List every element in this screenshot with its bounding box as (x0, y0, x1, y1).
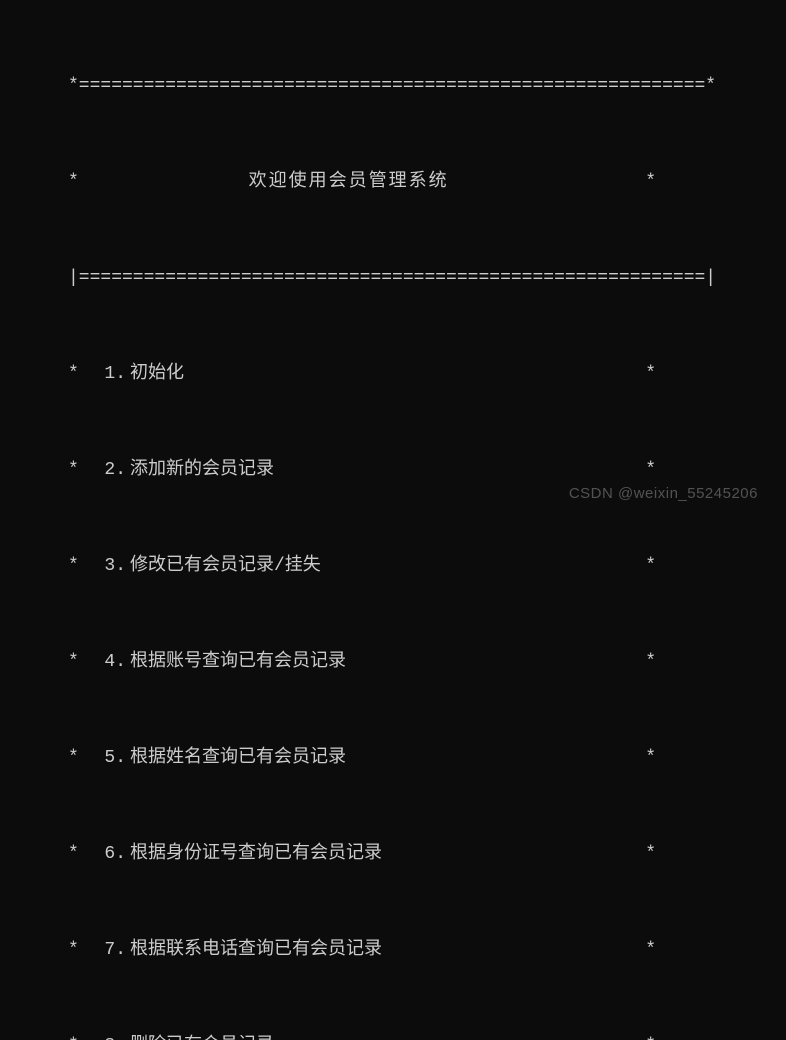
menu-item-7: * 7. 根据联系电话查询已有会员记录 * (0, 938, 786, 962)
menu-item-2: * 2. 添加新的会员记录 * (0, 458, 786, 482)
border-star-left: * (0, 170, 82, 194)
menu-label: 根据姓名查询已有会员记录 (130, 746, 346, 770)
menu-item-6: * 6. 根据身份证号查询已有会员记录 * (0, 842, 786, 866)
menu-number: 7. (82, 938, 130, 962)
menu-label: 根据账号查询已有会员记录 (130, 650, 346, 674)
border-star-right: * (645, 938, 786, 962)
menu-item-1: * 1. 初始化 * (0, 362, 786, 386)
border-star-right: * (645, 458, 786, 482)
menu-label: 根据身份证号查询已有会员记录 (130, 842, 382, 866)
menu-label: 删除已有会员记录 (130, 1034, 274, 1040)
menu-number: 5. (82, 746, 130, 770)
menu-number: 6. (82, 842, 130, 866)
watermark: CSDN @weixin_55245206 (569, 485, 758, 502)
menu-item-3: * 3. 修改已有会员记录/挂失 * (0, 554, 786, 578)
terminal-output: *=======================================… (0, 2, 786, 1040)
border-star-left: * (0, 554, 82, 578)
menu-item-5: * 5. 根据姓名查询已有会员记录 * (0, 746, 786, 770)
menu-number: 2. (82, 458, 130, 482)
menu-number: 8. (82, 1034, 130, 1040)
border-star-left: * (0, 938, 82, 962)
border-star-left: * (0, 650, 82, 674)
border-star-left: * (0, 362, 82, 386)
menu-item-4: * 4. 根据账号查询已有会员记录 * (0, 650, 786, 674)
border-star-right: * (645, 554, 786, 578)
menu-item-8: * 8. 删除已有会员记录 * (0, 1034, 786, 1040)
menu-label: 添加新的会员记录 (130, 458, 274, 482)
border-star-right: * (645, 842, 786, 866)
border-star-left: * (0, 1034, 82, 1040)
border-star-left: * (0, 842, 82, 866)
border-mid-1: |=======================================… (0, 266, 786, 290)
menu-number: 3. (82, 554, 130, 578)
menu-label: 修改已有会员记录/挂失 (130, 554, 321, 578)
border-star-right: * (645, 170, 786, 194)
border-star-right: * (645, 746, 786, 770)
border-top: *=======================================… (0, 74, 786, 98)
app-title: 欢迎使用会员管理系统 (82, 170, 645, 194)
menu-number: 1. (82, 362, 130, 386)
border-star-right: * (645, 362, 786, 386)
border-star-left: * (0, 458, 82, 482)
border-star-right: * (645, 650, 786, 674)
menu-label: 根据联系电话查询已有会员记录 (130, 938, 382, 962)
border-star-left: * (0, 746, 82, 770)
menu-number: 4. (82, 650, 130, 674)
menu-label: 初始化 (130, 362, 184, 386)
border-star-right: * (645, 1034, 786, 1040)
title-row: * 欢迎使用会员管理系统 * (0, 170, 786, 194)
